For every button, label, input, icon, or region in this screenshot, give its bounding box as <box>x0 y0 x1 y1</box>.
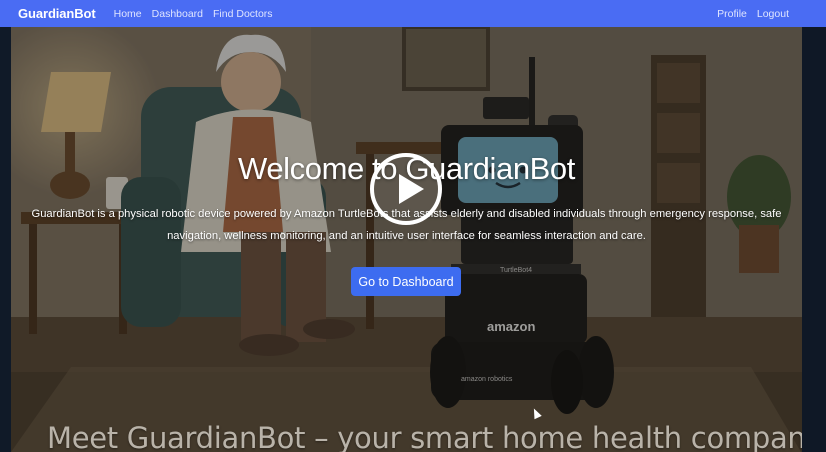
nav-link-profile[interactable]: Profile <box>717 8 747 20</box>
nav-link-find-doctors[interactable]: Find Doctors <box>213 8 273 20</box>
navbar: GuardianBot Home Dashboard Find Doctors … <box>0 0 826 27</box>
right-gutter <box>802 27 826 452</box>
brand-logo[interactable]: GuardianBot <box>18 6 96 21</box>
nav-link-dashboard[interactable]: Dashboard <box>152 8 203 20</box>
hero-video[interactable]: TurtleBot4 amazon amazon robotics Welcom… <box>11 27 802 452</box>
nav-link-home[interactable]: Home <box>114 8 142 20</box>
left-gutter <box>0 27 11 452</box>
nav-link-logout[interactable]: Logout <box>757 8 789 20</box>
play-button[interactable] <box>370 153 442 225</box>
video-caption: Meet GuardianBot – your smart home healt… <box>47 421 802 452</box>
nav-right-links: Profile Logout <box>717 8 812 20</box>
nav-links: Home Dashboard Find Doctors <box>114 8 273 20</box>
play-icon <box>399 174 424 204</box>
go-to-dashboard-button[interactable]: Go to Dashboard <box>351 267 461 296</box>
